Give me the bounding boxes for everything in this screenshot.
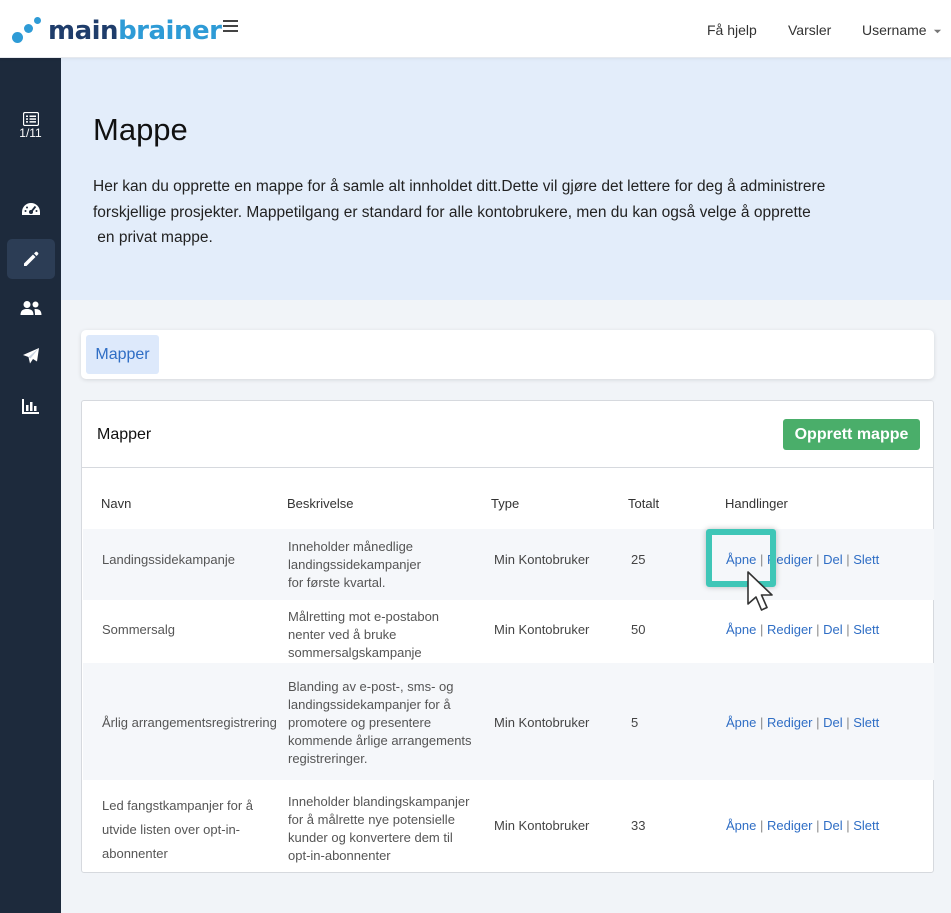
pencil-icon bbox=[24, 251, 39, 266]
mouse-cursor-icon bbox=[747, 571, 773, 611]
user-menu[interactable]: Username bbox=[862, 22, 942, 38]
action-separator: | bbox=[756, 818, 767, 833]
logo-text: mainbrainer bbox=[48, 16, 222, 46]
action-separator: | bbox=[842, 715, 854, 730]
folder-name: Sommersalg bbox=[102, 622, 175, 637]
open-link[interactable]: Åpne bbox=[726, 818, 756, 833]
sidebar-counter: 1/11 bbox=[19, 126, 42, 140]
share-link[interactable]: Del bbox=[823, 715, 843, 730]
action-separator: | bbox=[812, 552, 824, 567]
top-navbar: mainbrainer Få hjelp Varsler Username bbox=[0, 0, 951, 58]
action-separator: | bbox=[842, 552, 854, 567]
page-description-line-1: Her kan du opprette en mappe for å samle… bbox=[93, 178, 826, 195]
folder-total: 33 bbox=[631, 818, 646, 833]
hamburger-menu-icon[interactable] bbox=[223, 20, 238, 32]
action-separator: | bbox=[812, 622, 824, 637]
folder-total: 5 bbox=[631, 715, 639, 730]
action-separator: | bbox=[756, 622, 767, 637]
folder-description: Inneholder månedlige landingssidekampanje… bbox=[288, 539, 421, 590]
action-separator: | bbox=[842, 818, 854, 833]
folder-name: Landingssidekampanje bbox=[102, 552, 235, 567]
tab-mapper[interactable]: Mapper bbox=[86, 335, 159, 374]
share-link[interactable]: Del bbox=[823, 552, 843, 567]
alerts-link[interactable]: Varsler bbox=[788, 22, 831, 38]
folder-type: Min Kontobruker bbox=[494, 818, 590, 833]
mainbrainer-logo[interactable]: mainbrainer bbox=[12, 14, 222, 48]
row-actions: Åpne | Rediger | Del | Slett bbox=[726, 714, 879, 732]
folder-type: Min Kontobruker bbox=[494, 552, 590, 567]
create-folder-button[interactable]: Opprett mappe bbox=[783, 419, 920, 450]
table-row: Sommersalg Målretting mot e-postabon nente… bbox=[83, 600, 934, 663]
delete-link[interactable]: Slett bbox=[853, 818, 879, 833]
row-actions: Åpne | Rediger | Del | Slett bbox=[726, 817, 879, 835]
sidebar-item-content[interactable] bbox=[7, 239, 55, 279]
username-label: Username bbox=[862, 22, 927, 38]
folder-name: Årlig arrangementsregistrering bbox=[102, 715, 277, 730]
folder-name: Led fangstkampanjer for å utvide listen o… bbox=[102, 798, 254, 861]
table-row: Landingssidekampanje Inneholder månedlige… bbox=[83, 529, 934, 600]
delete-link[interactable]: Slett bbox=[853, 715, 879, 730]
folder-description: Målretting mot e-postabon nenter ved å br… bbox=[288, 609, 440, 660]
card-header: Mapper Opprett mappe bbox=[82, 401, 933, 468]
row-actions: Åpne | Rediger | Del | Slett bbox=[726, 621, 879, 639]
page-intro: Mappe Her kan du opprette en mappe for å… bbox=[61, 58, 951, 300]
page-title: Mappe bbox=[93, 112, 188, 147]
share-link[interactable]: Del bbox=[823, 622, 843, 637]
page-description-line-2: forskjellige prosjekter. Mappetilgang er… bbox=[93, 203, 811, 221]
users-icon bbox=[20, 301, 42, 315]
bar-chart-icon bbox=[22, 399, 39, 414]
action-separator: | bbox=[756, 715, 767, 730]
folders-card: Mapper Opprett mappe Navn Beskrivelse Ty… bbox=[81, 400, 934, 873]
delete-link[interactable]: Slett bbox=[853, 622, 879, 637]
edit-link[interactable]: Rediger bbox=[767, 715, 813, 730]
sidebar-item-reports[interactable] bbox=[7, 386, 55, 426]
folder-description: Inneholder blandingskampanjer for å målre… bbox=[288, 794, 470, 863]
tab-bar: Mapper bbox=[81, 330, 934, 379]
caret-down-icon bbox=[934, 29, 942, 34]
sidebar-item-campaigns[interactable] bbox=[7, 336, 55, 376]
column-header-type: Type bbox=[491, 496, 520, 511]
edit-link[interactable]: Rediger bbox=[767, 818, 813, 833]
table-row: Årlig arrangementsregistrering Blanding a… bbox=[83, 663, 934, 780]
open-link[interactable]: Åpne bbox=[726, 715, 756, 730]
logo-text-main: main bbox=[48, 16, 119, 46]
folder-total: 50 bbox=[631, 622, 646, 637]
folder-description: Blanding av e-post-, sms- og landingsside… bbox=[288, 679, 472, 766]
action-separator: | bbox=[842, 622, 854, 637]
page-description: Her kan du opprette en mappe for å samle… bbox=[93, 174, 883, 251]
table-row: Led fangstkampanjer for å utvide listen o… bbox=[83, 780, 934, 872]
sidebar: 1/11 bbox=[0, 58, 61, 913]
list-icon bbox=[23, 112, 39, 126]
folder-type: Min Kontobruker bbox=[494, 715, 590, 730]
column-header-actions: Handlinger bbox=[725, 496, 788, 511]
logo-text-brainer: brainer bbox=[118, 16, 222, 46]
sidebar-item-dashboard[interactable] bbox=[7, 190, 55, 230]
help-link[interactable]: Få hjelp bbox=[707, 22, 757, 38]
share-link[interactable]: Del bbox=[823, 818, 843, 833]
sidebar-item-users[interactable] bbox=[7, 288, 55, 328]
folder-type: Min Kontobruker bbox=[494, 622, 590, 637]
paper-plane-icon bbox=[23, 348, 39, 364]
card-title: Mapper bbox=[97, 426, 152, 443]
folder-total: 25 bbox=[631, 552, 646, 567]
action-separator: | bbox=[812, 818, 824, 833]
column-header-total: Totalt bbox=[628, 496, 660, 511]
action-separator: | bbox=[812, 715, 824, 730]
delete-link[interactable]: Slett bbox=[853, 552, 879, 567]
edit-link[interactable]: Rediger bbox=[767, 622, 813, 637]
dashboard-icon bbox=[22, 203, 40, 215]
column-header-name: Navn bbox=[101, 496, 132, 511]
logo-dots-icon bbox=[12, 16, 46, 46]
page-description-line-3: en privat mappe. bbox=[93, 229, 213, 246]
open-link[interactable]: Åpne bbox=[726, 622, 756, 637]
column-header-description: Beskrivelse bbox=[287, 496, 354, 511]
